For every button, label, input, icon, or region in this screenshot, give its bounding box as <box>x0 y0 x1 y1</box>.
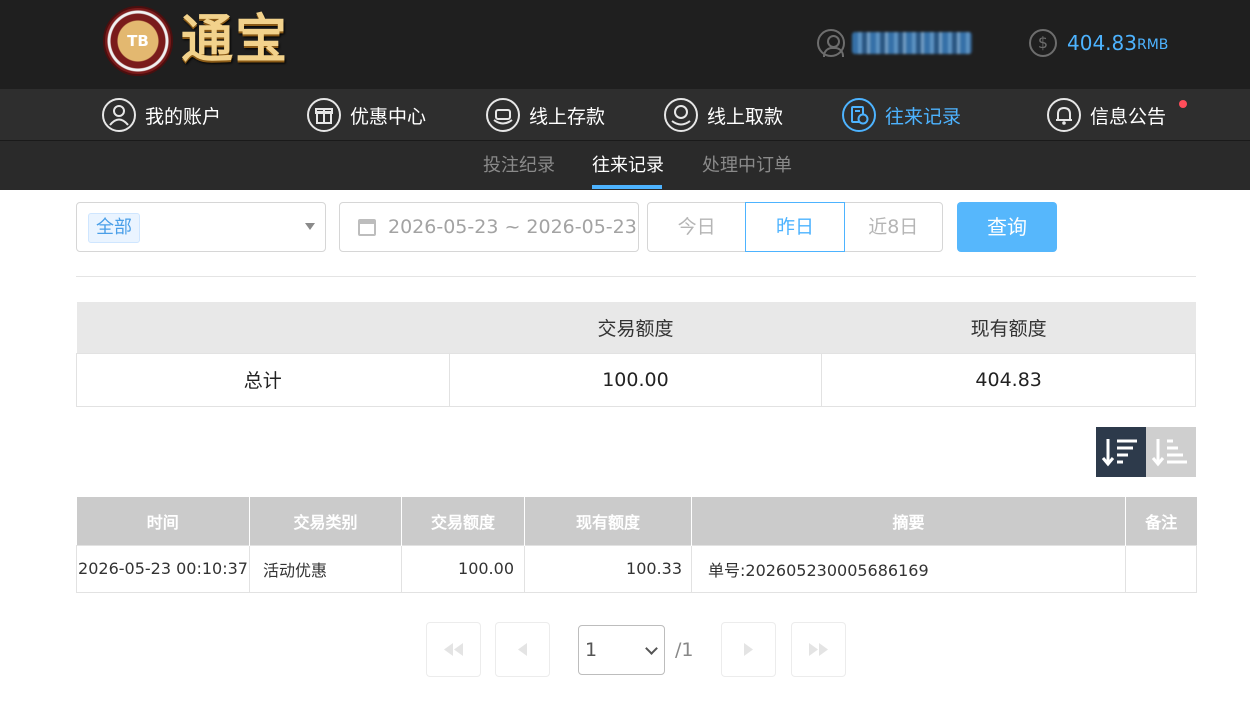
summary-header-amount: 交易额度 <box>449 302 822 353</box>
withdraw-icon <box>664 98 698 132</box>
selected-type-tag: 全部 <box>88 213 140 243</box>
column-header-note: 备注 <box>1125 497 1197 545</box>
current-page: 1 <box>585 639 598 661</box>
nav-announcements[interactable]: 信息公告 <box>1047 89 1187 141</box>
main-nav: 我的账户 优惠中心 线上存款 线上取款 往来记录 信息公告 <box>0 89 1250 141</box>
cell-summary: 单号:202605230005686169 <box>691 544 1126 593</box>
divider <box>76 276 1196 277</box>
account-balance: 404.83 <box>1067 31 1137 55</box>
query-button[interactable]: 查询 <box>957 202 1057 252</box>
column-header-time: 时间 <box>76 497 250 545</box>
records-icon <box>842 98 876 132</box>
notification-dot <box>1179 100 1187 108</box>
quick-date-group: 今日 昨日 近8日 <box>647 202 945 252</box>
nav-label: 我的账户 <box>145 105 222 128</box>
nav-transaction-records[interactable]: 往来记录 <box>842 89 961 141</box>
records-header-row: 时间 交易类别 交易额度 现有额度 摘要 备注 <box>76 497 1197 545</box>
summary-header-blank <box>76 302 450 353</box>
cell-balance: 100.33 <box>524 544 692 593</box>
column-header-category: 交易类别 <box>249 497 402 545</box>
first-page-button[interactable] <box>426 622 481 677</box>
gift-icon <box>307 98 341 132</box>
last-page-button[interactable] <box>791 622 846 677</box>
chevron-right-icon <box>744 643 753 656</box>
page-select[interactable]: 1 <box>578 625 665 675</box>
today-button[interactable]: 今日 <box>647 202 747 252</box>
nav-my-account[interactable]: 我的账户 <box>102 89 221 141</box>
yesterday-button[interactable]: 昨日 <box>745 202 845 252</box>
records-table: 时间 交易类别 交易额度 现有额度 摘要 备注 2026-05-23 00:10… <box>76 497 1197 593</box>
cell-amount: 100.00 <box>401 544 525 593</box>
nav-online-deposit[interactable]: 线上存款 <box>486 89 605 141</box>
tab-bet-records[interactable]: 投注纪录 <box>483 141 555 190</box>
date-range-value: 2026-05-23 ~ 2026-05-23 <box>388 216 637 238</box>
sort-descending-icon <box>1101 439 1137 467</box>
transaction-type-select[interactable]: 全部 <box>76 202 326 252</box>
username[interactable]: hyhuodlima <box>852 32 972 54</box>
tab-transaction-records[interactable]: 往来记录 <box>592 141 664 190</box>
column-header-amount: 交易额度 <box>401 497 525 545</box>
active-tab-underline <box>592 185 662 189</box>
tab-pending-orders[interactable]: 处理中订单 <box>702 141 792 190</box>
summary-header-row: 交易额度 现有额度 <box>76 302 1196 353</box>
nav-online-withdraw[interactable]: 线上取款 <box>664 89 783 141</box>
summary-header-balance: 现有额度 <box>821 302 1196 353</box>
currency-unit: RMB <box>1137 37 1169 53</box>
chevron-left-icon <box>518 643 527 656</box>
cell-time: 2026-05-23 00:10:37 <box>76 544 250 593</box>
dropdown-arrow-icon <box>305 223 315 230</box>
logo-badge: TB <box>127 32 149 50</box>
nav-label: 信息公告 <box>1090 105 1167 128</box>
cell-note <box>1125 544 1197 593</box>
deposit-icon <box>486 98 520 132</box>
top-header: TB 通宝 hyhuodlima $ 404.83 RMB <box>0 0 1250 89</box>
nav-label: 线上取款 <box>707 105 784 128</box>
table-row: 2026-05-23 00:10:37 活动优惠 100.00 100.33 单… <box>76 544 1197 593</box>
double-chevron-right-icon <box>809 643 828 656</box>
site-logo[interactable]: TB 通宝 <box>103 6 293 76</box>
nav-label: 线上存款 <box>529 105 606 128</box>
logo-name: 通宝 <box>181 9 290 70</box>
summary-row: 总计 100.00 404.83 <box>76 352 1196 407</box>
sort-ascending-icon <box>1151 439 1187 467</box>
nav-label: 优惠中心 <box>350 105 427 128</box>
summary-current-balance: 404.83 <box>821 352 1196 407</box>
nav-label: 往来记录 <box>885 105 962 128</box>
summary-table: 交易额度 现有额度 总计 100.00 404.83 <box>76 302 1196 407</box>
user-icon <box>817 29 845 57</box>
sub-nav: 投注纪录 往来记录 处理中订单 <box>0 141 1250 190</box>
next-page-button[interactable] <box>721 622 776 677</box>
cell-category: 活动优惠 <box>249 544 402 593</box>
column-header-balance: 现有额度 <box>524 497 692 545</box>
total-pages: /1 <box>675 639 694 661</box>
column-header-summary: 摘要 <box>691 497 1126 545</box>
double-chevron-left-icon <box>444 643 463 656</box>
bell-icon <box>1047 98 1081 132</box>
prev-page-button[interactable] <box>495 622 550 677</box>
summary-total-label: 总计 <box>76 352 450 407</box>
calendar-icon <box>358 219 376 236</box>
user-icon <box>102 98 136 132</box>
summary-transaction-amount: 100.00 <box>448 352 823 407</box>
last-8-days-button[interactable]: 近8日 <box>843 202 943 252</box>
chevron-down-icon <box>645 642 658 655</box>
sort-descending-button[interactable] <box>1096 427 1146 477</box>
sort-ascending-button[interactable] <box>1146 427 1196 477</box>
dollar-coin-icon: $ <box>1029 29 1057 57</box>
date-range-picker[interactable]: 2026-05-23 ~ 2026-05-23 <box>339 202 639 252</box>
nav-promotions[interactable]: 优惠中心 <box>307 89 426 141</box>
